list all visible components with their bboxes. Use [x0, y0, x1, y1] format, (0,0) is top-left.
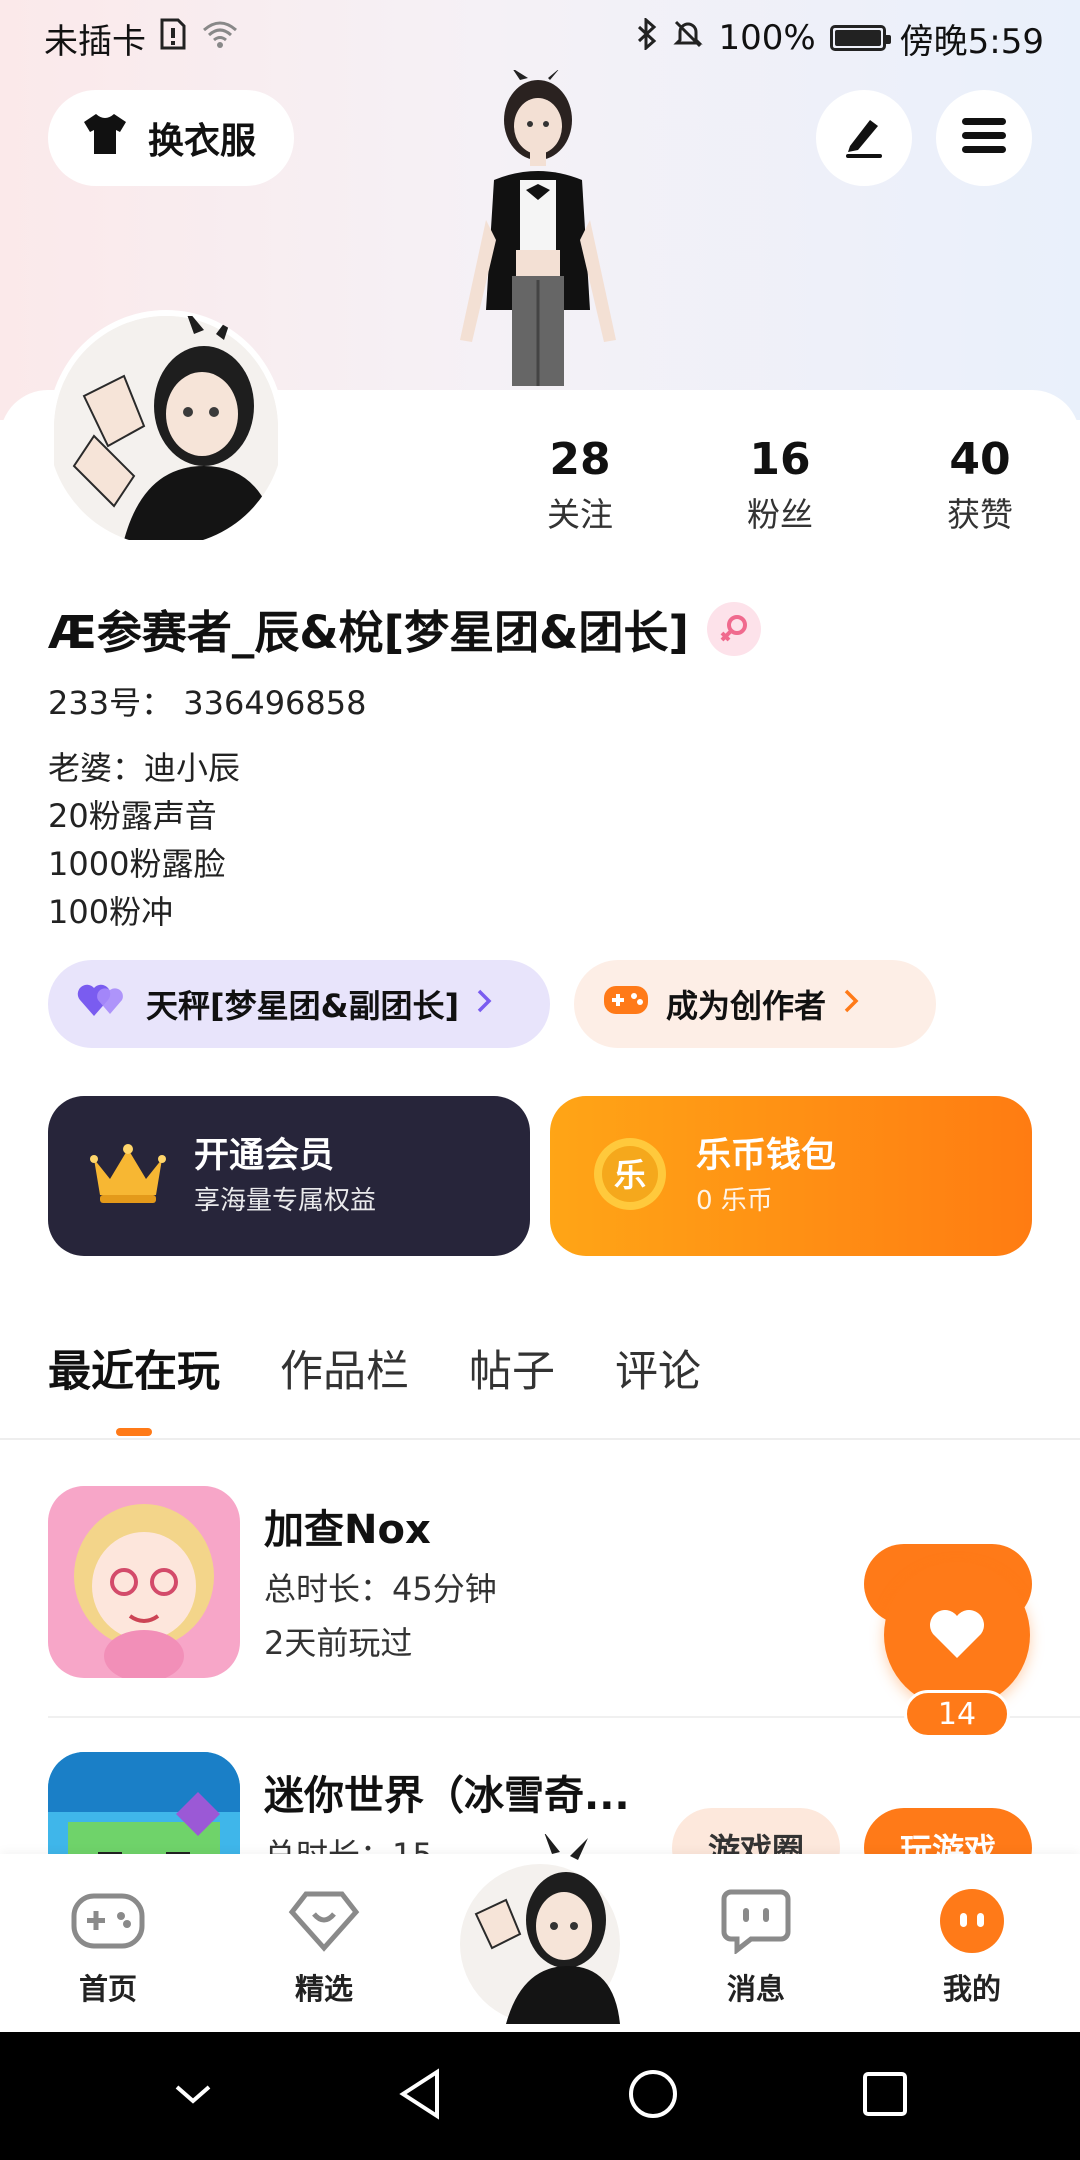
- battery-icon: [829, 25, 891, 51]
- status-left: 未插卡: [44, 14, 240, 63]
- nav-avatar-center[interactable]: [456, 1832, 624, 2024]
- hamburger-icon: [960, 116, 1008, 160]
- following-count: 28: [549, 434, 611, 485]
- recents-square-icon[interactable]: [861, 2070, 909, 2122]
- followers-count: 16: [749, 434, 811, 485]
- face-icon: [892, 1882, 1052, 1960]
- vip-membership-card[interactable]: 开通会员 享海量专属权益: [48, 1096, 530, 1256]
- change-outfit-label: 换衣服: [148, 121, 257, 162]
- carrier-text: 未插卡: [44, 21, 146, 62]
- nav-home-label: 首页: [78, 1972, 137, 2006]
- game-name: 加查Nox: [264, 1507, 431, 1553]
- wallet-balance: 0 乐币: [696, 1186, 773, 1216]
- avatar-character-figure[interactable]: [430, 68, 650, 390]
- chevron-right-icon: [475, 985, 493, 1023]
- nav-me-label: 我的: [942, 1972, 1001, 2006]
- shirt-icon: [80, 112, 130, 165]
- vip-title: 开通会员: [194, 1136, 335, 1176]
- nav-home[interactable]: 首页: [28, 1882, 188, 2008]
- time-text: 傍晚5:59: [899, 21, 1044, 62]
- bottom-nav: 首页 精选 消息 我的: [0, 1832, 1080, 2032]
- mute-bell-icon: [672, 18, 704, 59]
- female-gender-icon: [706, 601, 761, 656]
- nickname-row: Æ参赛者_辰&梲[梦星团&团长]: [48, 596, 761, 661]
- nav-messages[interactable]: 消息: [676, 1882, 836, 2008]
- back-icon[interactable]: [397, 2068, 445, 2124]
- nav-messages-label: 消息: [726, 1972, 785, 2006]
- coin-icon: 乐: [590, 1134, 670, 1218]
- bio-line: 老婆：迪小辰: [48, 749, 241, 787]
- user-id: 233号： 336496858: [48, 684, 367, 722]
- become-creator-pill[interactable]: 成为创作者: [574, 960, 936, 1048]
- likes-count: 40: [949, 434, 1011, 485]
- edit-profile-button[interactable]: [816, 90, 912, 186]
- nickname: Æ参赛者_辰&梲[梦星团&团长]: [48, 606, 689, 659]
- change-outfit-button[interactable]: 换衣服: [48, 90, 294, 186]
- tab-recently-played[interactable]: 最近在玩: [48, 1340, 220, 1404]
- gamepad-icon: [602, 982, 650, 1026]
- tab-comments[interactable]: 评论: [615, 1340, 701, 1404]
- team-pill[interactable]: 天秤[梦星团&副团长]: [48, 960, 550, 1048]
- stat-following[interactable]: 28 关注: [480, 430, 680, 540]
- game-name: 迷你世界（冰雪奇...: [264, 1773, 630, 1819]
- stat-followers[interactable]: 16 粉丝: [680, 430, 880, 540]
- hide-keyboard-icon[interactable]: [171, 2079, 215, 2113]
- bio-line: 100粉冲: [48, 893, 174, 931]
- menu-button[interactable]: [936, 90, 1032, 186]
- chat-bubble-icon: [676, 1882, 836, 1960]
- bio-line: 1000粉露脸: [48, 845, 226, 883]
- status-right: 100% 傍晚5:59: [636, 14, 1044, 63]
- vip-subtitle: 享海量专属权益: [194, 1186, 377, 1216]
- system-nav-bar: [0, 2032, 1080, 2160]
- team-pill-label: 天秤[梦星团&副团长]: [146, 987, 460, 1025]
- heart-icon: [927, 1606, 987, 1664]
- battery-text: 100%: [718, 18, 816, 58]
- bio-line: 20粉露声音: [48, 797, 217, 835]
- following-label: 关注: [547, 495, 613, 534]
- heart-diamond-icon: [244, 1882, 404, 1960]
- nav-me[interactable]: 我的: [892, 1882, 1052, 2008]
- wallet-text: 乐币钱包 0 乐币: [696, 1131, 836, 1221]
- vip-text: 开通会员 享海量专属权益: [194, 1131, 376, 1221]
- sim-icon: [160, 18, 186, 59]
- bluetooth-icon: [636, 16, 658, 59]
- tab-posts[interactable]: 帖子: [469, 1340, 555, 1404]
- profile-stats: 28 关注 16 粉丝 40 获赞: [480, 430, 1080, 540]
- game-duration: 总时长：45分钟: [264, 1570, 497, 1608]
- like-count-badge: 14: [904, 1690, 1010, 1738]
- wallet-card[interactable]: 乐 乐币钱包 0 乐币: [550, 1096, 1032, 1256]
- game-icon: [48, 1486, 240, 1678]
- wifi-icon: [200, 18, 240, 59]
- game-info: 加查Nox 总时长：45分钟 2天前玩过: [264, 1498, 497, 1670]
- nav-featured[interactable]: 精选: [244, 1882, 404, 2008]
- content-tabs: 最近在玩 作品栏 帖子 评论: [48, 1340, 701, 1404]
- crown-icon: [88, 1141, 168, 1211]
- status-bar: 未插卡 100% 傍晚5:59: [0, 0, 1080, 76]
- wallet-title: 乐币钱包: [696, 1136, 837, 1176]
- followers-label: 粉丝: [747, 495, 813, 534]
- chevron-right-icon: [842, 985, 860, 1023]
- stat-likes[interactable]: 40 获赞: [880, 430, 1080, 540]
- tabs-divider: [0, 1438, 1080, 1440]
- tab-works[interactable]: 作品栏: [280, 1340, 409, 1404]
- like-button[interactable]: [884, 1562, 1030, 1708]
- pen-icon: [840, 112, 888, 164]
- game-last-played: 2天前玩过: [264, 1624, 413, 1662]
- likes-label: 获赞: [947, 495, 1013, 534]
- bio: 老婆：迪小辰 20粉露声音 1000粉露脸 100粉冲: [48, 744, 240, 936]
- gamepad-icon: [28, 1882, 188, 1960]
- home-circle-icon[interactable]: [627, 2068, 679, 2124]
- avatar[interactable]: [48, 310, 284, 546]
- hearts-icon: [76, 980, 130, 1028]
- become-creator-label: 成为创作者: [666, 987, 827, 1025]
- coin-glyph: 乐: [614, 1156, 646, 1194]
- nav-featured-label: 精选: [294, 1972, 353, 2006]
